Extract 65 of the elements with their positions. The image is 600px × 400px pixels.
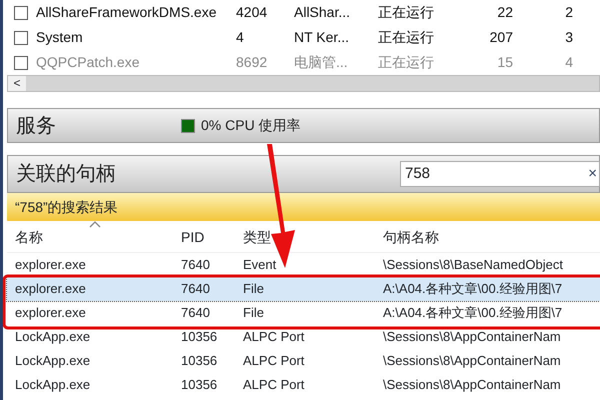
table-cell-text: \Sessions\8\AppContainerNam <box>383 328 562 346</box>
column-header[interactable]: 句柄名称 <box>383 227 600 248</box>
table-cell-text: A:\A04.各种文章\00.经验用图\7 <box>383 304 564 322</box>
table-cell-text: A:\A04.各种文章\00.经验用图\7 <box>383 280 564 298</box>
table-cell-text: ALPC Port <box>243 352 306 370</box>
table-row[interactable]: LockApp.exe 10356 ALPC Port \Sessions\8\AppContainerNam <box>7 325 600 349</box>
table-cell-text: explorer.exe <box>14 280 87 298</box>
sort-caret-icon <box>89 221 101 228</box>
table-cell-text: 8692 <box>236 53 268 72</box>
table-cell-text: 4204 <box>236 3 268 22</box>
table-cell-text: \Sessions\8\AppContainerNam <box>383 352 562 370</box>
process-name: AllShareFrameworkDMS.exe <box>36 3 218 22</box>
table-cell-text: explorer.exe <box>14 256 87 274</box>
table-cell-text: 7640 <box>181 256 211 274</box>
search-field[interactable]: 758 × <box>400 161 600 187</box>
table-cell-text: 7640 <box>181 280 211 298</box>
table-cell-text: Event <box>243 256 278 274</box>
checkbox[interactable] <box>14 6 28 20</box>
table-row[interactable]: explorer.exe 7640 Event \Sessions\8\BaseNamedObject <box>7 253 600 277</box>
column-header[interactable]: 类型 <box>243 227 383 248</box>
table-cell-text: explorer.exe <box>14 304 87 322</box>
table-cell-text: ALPC Port <box>243 376 306 394</box>
section-title: 服务 <box>16 114 56 138</box>
table-cell-text: 7640 <box>181 304 211 322</box>
table-cell-text: 15 <box>496 53 513 72</box>
table-cell-text: LockApp.exe <box>14 376 92 394</box>
column-header[interactable]: 名称 <box>7 227 181 248</box>
section-title: 关联的句柄 <box>16 162 116 187</box>
table-cell-text: \Sessions\8\AppContainerNam <box>383 376 562 394</box>
checkbox[interactable] <box>14 56 28 70</box>
checkbox[interactable] <box>14 30 28 44</box>
table-cell-text: 正在运行 <box>378 28 435 47</box>
table-cell-text: 4 <box>564 53 573 72</box>
table-cell-text: LockApp.exe <box>14 352 92 370</box>
table-cell-text: 正在运行 <box>378 53 435 72</box>
table-cell-text: File <box>243 280 265 298</box>
table-cell-text: 电脑管... <box>294 53 349 72</box>
table-cell-text: 2 <box>564 3 573 22</box>
table-cell-text: File <box>243 304 265 322</box>
table-cell-text: ALPC Port <box>243 328 306 346</box>
table-cell-text: 正在运行 <box>378 3 435 22</box>
search-value: 758 <box>405 164 430 184</box>
table-row[interactable]: LockApp.exe 10356 ALPC Port \Sessions\8\AppContainerNam <box>7 349 600 373</box>
table-row[interactable]: explorer.exe 7640 File A:\A04.各种文章\00.经验用图\7 <box>7 301 600 325</box>
results-title: “758”的搜索结果 <box>15 198 118 216</box>
process-name: System <box>36 28 84 47</box>
cpu-usage: 0% CPU 使用率 <box>201 116 301 135</box>
table-cell-text: 3 <box>564 28 573 47</box>
table-row[interactable]: explorer.exe 7640 File A:\A04.各种文章\00.经验用图\7 <box>7 277 600 301</box>
table-cell-text: 10356 <box>181 352 218 370</box>
table-cell-text: 4 <box>236 28 245 47</box>
process-name: QQPCPatch.exe <box>36 53 140 72</box>
table-cell-text: 207 <box>488 28 513 47</box>
cpu-indicator-icon <box>181 118 195 132</box>
column-header[interactable]: PID <box>181 227 243 248</box>
table-cell-text: 22 <box>496 3 513 22</box>
table-cell-text: 10356 <box>181 376 218 394</box>
table-cell-text: AllShar... <box>294 3 352 22</box>
table-cell-text: NT Ker... <box>294 28 350 47</box>
table-cell-text: 10356 <box>181 328 218 346</box>
table-cell-text: LockApp.exe <box>14 328 92 346</box>
table-row[interactable]: LockApp.exe 10356 ALPC Port \Sessions\8\AppContainerNam <box>7 373 600 397</box>
clear-search-button[interactable]: × <box>588 162 599 186</box>
table-cell-text: \Sessions\8\BaseNamedObject <box>383 256 564 274</box>
scroll-left-button[interactable]: < <box>8 76 26 91</box>
